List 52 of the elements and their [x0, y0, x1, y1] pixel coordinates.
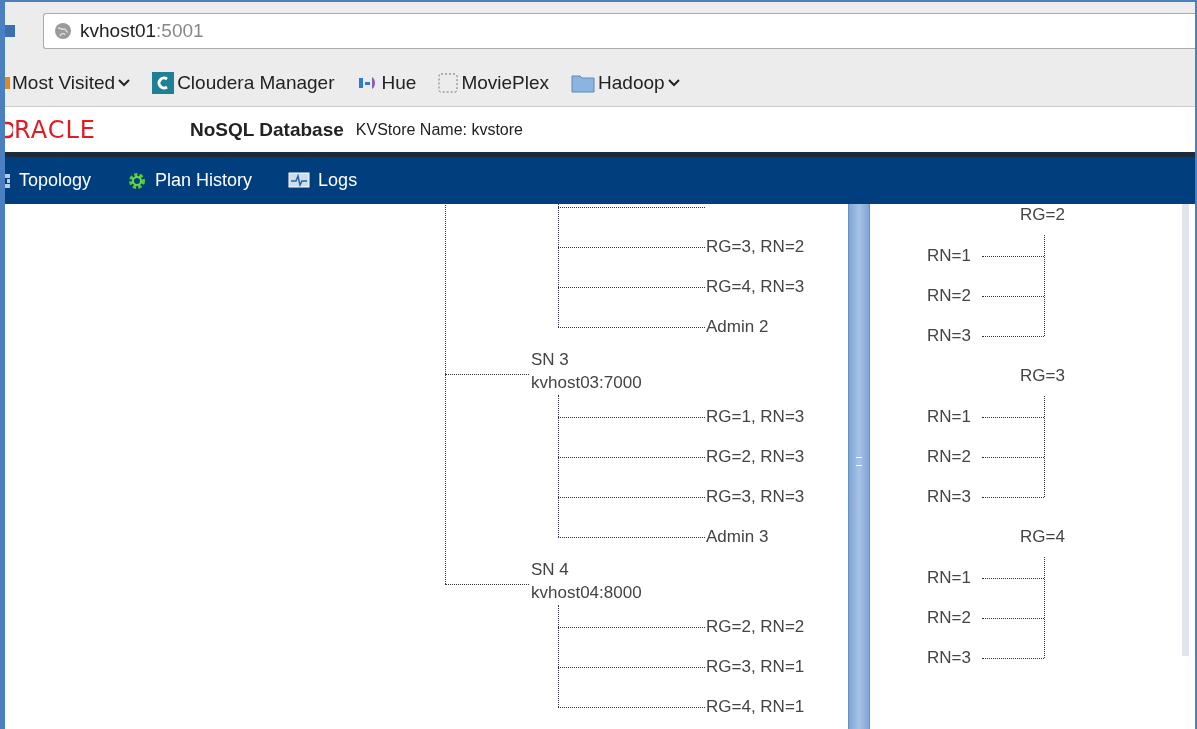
logo-arc-icon — [5, 120, 13, 139]
node-label: RN=2 — [927, 607, 971, 629]
address-field[interactable]: kvhost01:5001 — [43, 13, 1195, 49]
bookmark-item[interactable]: MoviePlex — [438, 72, 550, 94]
group-label: RG=4 — [1020, 526, 1065, 548]
group-label: RG=2 — [1020, 204, 1065, 226]
node-label: RN=1 — [927, 567, 971, 589]
nav-tab[interactable]: Plan History — [127, 170, 253, 191]
node-label: RG=1, RN=3 — [706, 406, 805, 428]
group-label: RG=3 — [1020, 365, 1065, 387]
node-label: SN 4 — [531, 559, 569, 581]
product-title: NoSQL Database — [190, 118, 344, 141]
node-label: RN=3 — [927, 647, 971, 669]
node-label: SN 3 — [531, 349, 569, 371]
node-label: Admin 3 — [706, 526, 769, 548]
bookmark-item[interactable]: Most Visited — [12, 72, 131, 94]
folder-icon — [571, 73, 596, 93]
splitter-handle[interactable] — [848, 204, 870, 729]
globe-icon — [54, 22, 72, 40]
grip-icon — [856, 457, 862, 466]
node-label: RN=3 — [927, 325, 971, 347]
node-label: RG=3, RN=2 — [706, 236, 805, 258]
nav-tab[interactable]: Topology — [5, 170, 92, 191]
oracle-logo: RACLE — [14, 115, 96, 144]
bookmark-item[interactable]: Hadoop — [571, 72, 680, 94]
scrollbar[interactable] — [1182, 204, 1189, 656]
node-label: RG=2, RN=2 — [706, 616, 805, 638]
monitor-icon — [288, 171, 311, 190]
node-label: RG=4, RN=1 — [706, 696, 805, 718]
node-label: Admin 2 — [706, 316, 769, 338]
cloudera-icon — [152, 72, 175, 94]
node-label: RN=2 — [927, 285, 971, 307]
node-label: RG=3, RN=1 — [706, 656, 805, 678]
store-name: KVStore Name: kvstore — [355, 120, 523, 139]
nav-tab[interactable]: Logs — [288, 170, 358, 191]
bookmark-item[interactable]: Cloudera Manager — [152, 72, 335, 94]
node-label: RN=3 — [927, 486, 971, 508]
bookmark-icon — [5, 76, 10, 90]
bookmark-item[interactable]: Hue — [356, 72, 417, 94]
node-label: RG=3, RN=3 — [706, 486, 805, 508]
node-host: kvhost04:8000 — [531, 582, 642, 604]
node-label: RG=4, RN=3 — [706, 276, 805, 298]
node-label: RN=1 — [927, 406, 971, 428]
node-label: RN=1 — [927, 245, 971, 267]
page-icon — [438, 73, 459, 93]
node-label: RN=2 — [927, 446, 971, 468]
chevron-icon — [667, 79, 680, 87]
node-label: RG=2, RN=3 — [706, 446, 805, 468]
node-host: kvhost03:7000 — [531, 372, 642, 394]
gear-icon — [127, 170, 148, 191]
chevron-icon — [118, 79, 131, 87]
topology-icon — [5, 172, 11, 189]
